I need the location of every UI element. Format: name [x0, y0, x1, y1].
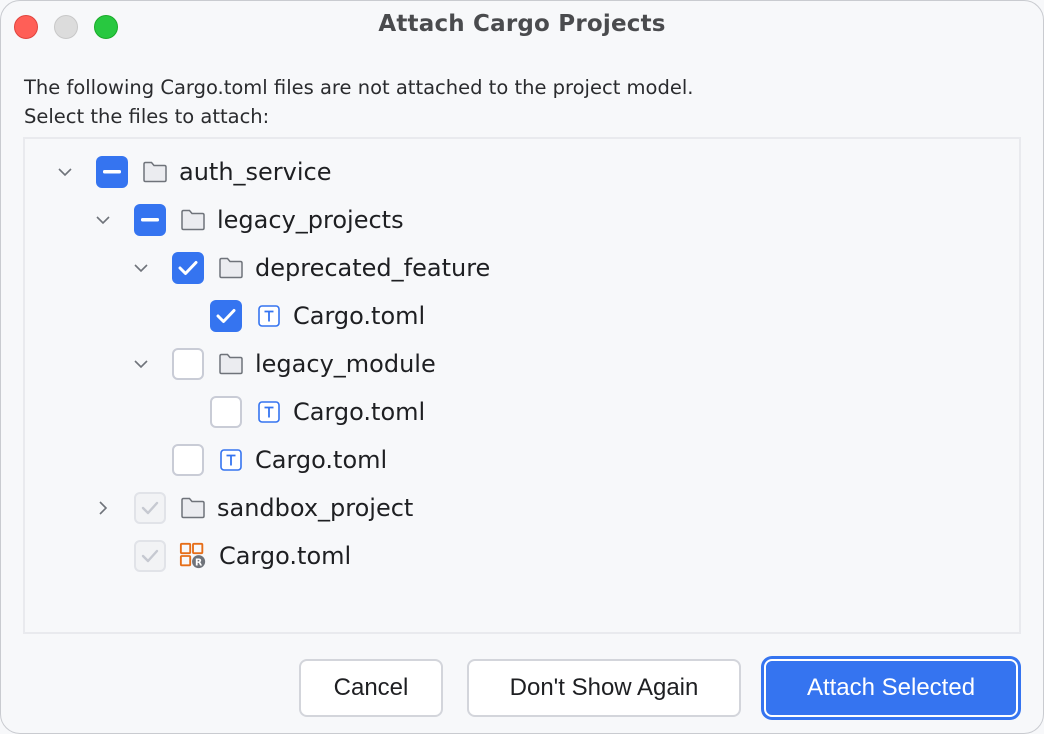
attach-selected-button[interactable]: Attach Selected: [764, 659, 1018, 717]
dont-show-again-button[interactable]: Don't Show Again: [467, 659, 741, 717]
checkbox-checked-disabled: [134, 540, 166, 572]
tree-item-cargo-toml[interactable]: R Cargo.toml: [25, 532, 1019, 580]
tree-item-cargo-toml[interactable]: Cargo.toml: [25, 436, 1019, 484]
checkbox-checked[interactable]: [172, 252, 204, 284]
checkbox-partial[interactable]: [134, 204, 166, 236]
rust-cargo-icon: R: [179, 542, 207, 570]
checkbox-unchecked[interactable]: [172, 444, 204, 476]
folder-icon: [179, 206, 207, 234]
chevron-down-icon[interactable]: [55, 162, 75, 182]
toml-file-icon: [255, 398, 283, 426]
tree-item-label: sandbox_project: [217, 494, 414, 522]
tree-item-label: legacy_projects: [217, 206, 404, 234]
tree-item-label: Cargo.toml: [293, 398, 426, 426]
dialog-description: The following Cargo.toml files are not a…: [24, 73, 693, 131]
tree-item-cargo-toml[interactable]: Cargo.toml: [25, 292, 1019, 340]
tree-item-cargo-toml[interactable]: Cargo.toml: [25, 388, 1019, 436]
folder-icon: [141, 158, 169, 186]
chevron-right-icon[interactable]: [93, 498, 113, 518]
checkbox-unchecked[interactable]: [172, 348, 204, 380]
cancel-button[interactable]: Cancel: [299, 659, 443, 717]
dialog-title: Attach Cargo Projects: [378, 11, 666, 37]
tree-item-label: Cargo.toml: [293, 302, 426, 330]
folder-icon: [217, 254, 245, 282]
folder-icon: [217, 350, 245, 378]
tree-item-label: Cargo.toml: [219, 542, 352, 570]
folder-icon: [179, 494, 207, 522]
tree-item-label: deprecated_feature: [255, 254, 491, 282]
svg-text:R: R: [195, 557, 202, 568]
tree-item-label: Cargo.toml: [255, 446, 388, 474]
tree-item-sandbox-project[interactable]: sandbox_project: [25, 484, 1019, 532]
toml-file-icon: [255, 302, 283, 330]
checkbox-checked-disabled: [134, 492, 166, 524]
description-line-2: Select the files to attach:: [24, 105, 270, 128]
chevron-down-icon[interactable]: [131, 354, 151, 374]
tree-item-deprecated-feature[interactable]: deprecated_feature: [25, 244, 1019, 292]
chevron-down-icon[interactable]: [131, 258, 151, 278]
title-bar: Attach Cargo Projects: [1, 1, 1043, 53]
cargo-files-tree[interactable]: auth_service legacy_projects deprecated_…: [23, 137, 1021, 634]
tree-item-label: legacy_module: [255, 350, 436, 378]
tree-item-legacy-projects[interactable]: legacy_projects: [25, 196, 1019, 244]
chevron-down-icon[interactable]: [93, 210, 113, 230]
attach-cargo-projects-dialog: Attach Cargo Projects The following Carg…: [0, 0, 1044, 734]
checkbox-checked[interactable]: [210, 300, 242, 332]
toml-file-icon: [217, 446, 245, 474]
tree-item-auth-service[interactable]: auth_service: [25, 148, 1019, 196]
checkbox-partial[interactable]: [96, 156, 128, 188]
tree-item-legacy-module[interactable]: legacy_module: [25, 340, 1019, 388]
checkbox-unchecked[interactable]: [210, 396, 242, 428]
tree-item-label: auth_service: [179, 158, 332, 186]
description-line-1: The following Cargo.toml files are not a…: [24, 76, 694, 99]
